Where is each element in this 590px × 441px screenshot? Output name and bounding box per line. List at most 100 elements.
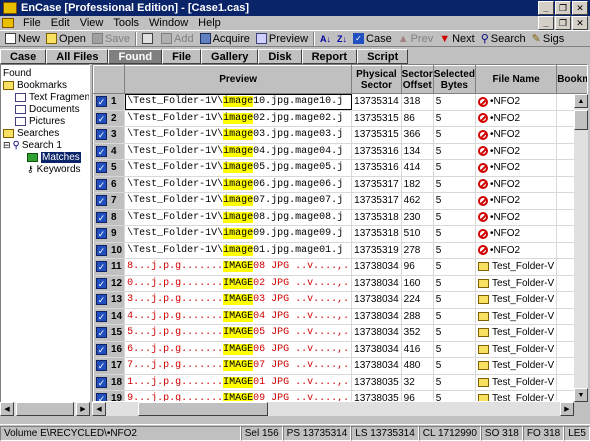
- preview-cell[interactable]: \Test_Folder-1V\image09.jpg.mage09.j: [124, 225, 353, 243]
- print-button[interactable]: [139, 31, 158, 46]
- row-checkbox[interactable]: ✓: [96, 327, 107, 339]
- selected-bytes-cell[interactable]: 5: [433, 275, 476, 292]
- tab-disk[interactable]: Disk: [258, 49, 302, 64]
- doc-restore-button[interactable]: ❐: [555, 16, 571, 30]
- file-name-cell[interactable]: •NFO2: [475, 126, 558, 144]
- table-row[interactable]: ✓ 1 \Test_Folder-1V\image10.jpg.mage10.j 13…: [93, 93, 587, 111]
- table-row[interactable]: ✓ 8 \Test_Folder-1V\image08.jpg.mage08.j 13…: [93, 208, 587, 226]
- menu-file[interactable]: File: [18, 17, 46, 29]
- preview-button[interactable]: Preview: [253, 31, 311, 46]
- sigs-button[interactable]: ✎ Sigs: [529, 31, 568, 46]
- table-row[interactable]: ✓ 18 1...j.p.g.......IMAGE01 JPG ..v....,.…: [93, 373, 587, 391]
- menu-tools[interactable]: Tools: [108, 17, 144, 29]
- file-name-cell[interactable]: Test_Folder-V: [475, 258, 558, 276]
- row-number-cell[interactable]: ✓ 5: [93, 159, 126, 177]
- tab-all-files[interactable]: All Files: [46, 49, 109, 64]
- preview-cell[interactable]: \Test_Folder-1V\image03.jpg.mage03.j: [124, 126, 353, 144]
- scroll-left-icon[interactable]: ◀: [0, 402, 14, 416]
- row-checkbox[interactable]: ✓: [96, 178, 107, 190]
- physical-sector-cell[interactable]: 13735318: [351, 225, 402, 243]
- search-button[interactable]: ⚲ Search: [478, 31, 529, 46]
- row-number-cell[interactable]: ✓ 1: [93, 93, 126, 111]
- table-row[interactable]: ✓ 12 0...j.p.g.......IMAGE02 JPG ..v....,.…: [93, 274, 587, 292]
- preview-cell[interactable]: 7...j.p.g.......IMAGE07 JPG ..v....,.: [124, 357, 353, 375]
- table-row[interactable]: ✓ 11 8...j.p.g.......IMAGE08 JPG ..v....,.…: [93, 258, 587, 276]
- document-icon[interactable]: [2, 18, 14, 28]
- menu-edit[interactable]: Edit: [46, 17, 75, 29]
- table-row[interactable]: ✓ 9 \Test_Folder-1V\image09.jpg.mage09.j 13…: [93, 225, 587, 243]
- sector-offset-cell[interactable]: 182: [401, 176, 434, 193]
- row-number-cell[interactable]: ✓ 10: [93, 241, 126, 259]
- table-row[interactable]: ✓ 14 4...j.p.g.......IMAGE04 JPG ..v....,.…: [93, 307, 587, 325]
- table-row[interactable]: ✓ 3 \Test_Folder-1V\image03.jpg.mage03.j 13…: [93, 126, 587, 144]
- row-number-cell[interactable]: ✓ 7: [93, 192, 126, 210]
- row-number-cell[interactable]: ✓ 17: [93, 357, 126, 375]
- file-name-cell[interactable]: •NFO2: [475, 143, 558, 160]
- tab-found[interactable]: Found: [108, 49, 163, 64]
- row-number-cell[interactable]: ✓ 15: [93, 324, 126, 342]
- file-name-cell[interactable]: •NFO2: [475, 192, 558, 210]
- selected-bytes-cell[interactable]: 5: [433, 258, 476, 276]
- file-name-cell[interactable]: •NFO2: [475, 225, 558, 243]
- restore-button[interactable]: ❐: [555, 1, 571, 15]
- row-number-cell[interactable]: ✓ 13: [93, 291, 126, 309]
- sector-offset-cell[interactable]: 86: [401, 110, 434, 127]
- selected-bytes-cell[interactable]: 5: [433, 143, 476, 160]
- row-checkbox[interactable]: ✓: [96, 376, 107, 388]
- preview-cell[interactable]: 0...j.p.g.......IMAGE02 JPG ..v....,.: [124, 275, 353, 292]
- row-checkbox[interactable]: ✓: [96, 145, 107, 157]
- prev-button[interactable]: ▲ Prev: [395, 31, 437, 46]
- selected-bytes-cell[interactable]: 5: [433, 341, 476, 358]
- preview-cell[interactable]: 3...j.p.g.......IMAGE03 JPG ..v....,.: [124, 291, 353, 309]
- selected-bytes-cell[interactable]: 5: [433, 93, 476, 111]
- row-number-cell[interactable]: ✓ 19: [93, 390, 126, 401]
- file-name-cell[interactable]: •NFO2: [475, 176, 558, 193]
- open-button[interactable]: Open: [43, 31, 89, 46]
- selected-bytes-cell[interactable]: 5: [433, 192, 476, 210]
- tree-item-search-1[interactable]: ⊟ ⚲ Search 1: [3, 139, 62, 151]
- table-row[interactable]: ✓ 15 5...j.p.g.......IMAGE05 JPG ..v....,.…: [93, 324, 587, 342]
- sector-offset-cell[interactable]: 96: [401, 390, 434, 401]
- sector-offset-cell[interactable]: 416: [401, 341, 434, 358]
- row-number-cell[interactable]: ✓ 16: [93, 340, 126, 358]
- preview-cell[interactable]: 8...j.p.g.......IMAGE08 JPG ..v....,.: [124, 258, 353, 276]
- sector-offset-cell[interactable]: 414: [401, 159, 434, 177]
- scroll-down-icon[interactable]: ▼: [574, 388, 588, 402]
- scroll-left-icon[interactable]: ◀: [92, 402, 106, 416]
- preview-cell[interactable]: 5...j.p.g.......IMAGE05 JPG ..v....,.: [124, 324, 353, 342]
- selected-bytes-cell[interactable]: 5: [433, 126, 476, 144]
- row-number-cell[interactable]: ✓ 4: [93, 142, 126, 160]
- selected-bytes-cell[interactable]: 5: [433, 176, 476, 193]
- table-row[interactable]: ✓ 17 7...j.p.g.......IMAGE07 JPG ..v....,.…: [93, 357, 587, 375]
- file-name-cell[interactable]: •NFO2: [475, 110, 558, 127]
- table-row[interactable]: ✓ 4 \Test_Folder-1V\image04.jpg.mage04.j 13…: [93, 142, 587, 160]
- preview-cell[interactable]: \Test_Folder-1V\image07.jpg.mage07.j: [124, 192, 353, 210]
- file-name-cell[interactable]: Test_Folder-V: [475, 308, 558, 325]
- column-header-preview[interactable]: Preview: [124, 65, 353, 94]
- column-header-file-name[interactable]: File Name: [474, 65, 558, 94]
- tree-item-searches[interactable]: Searches: [3, 127, 59, 139]
- row-checkbox[interactable]: ✓: [96, 294, 107, 306]
- minimize-button[interactable]: _: [538, 1, 554, 15]
- tab-script[interactable]: Script: [357, 49, 409, 64]
- tab-report[interactable]: Report: [301, 49, 358, 64]
- row-number-cell[interactable]: ✓ 9: [93, 225, 126, 243]
- selected-bytes-cell[interactable]: 5: [433, 374, 476, 391]
- preview-cell[interactable]: 6...j.p.g.......IMAGE06 JPG ..v....,.: [124, 341, 353, 358]
- row-number-cell[interactable]: ✓ 3: [93, 126, 126, 144]
- row-number-cell[interactable]: ✓ 8: [93, 208, 126, 226]
- sector-offset-cell[interactable]: 224: [401, 291, 434, 309]
- row-checkbox[interactable]: ✓: [96, 96, 107, 108]
- physical-sector-cell[interactable]: 13738034: [351, 275, 402, 292]
- selected-bytes-cell[interactable]: 5: [433, 390, 476, 401]
- table-row[interactable]: ✓ 2 \Test_Folder-1V\image02.jpg.mage02.j 13…: [93, 109, 587, 127]
- row-checkbox[interactable]: ✓: [96, 228, 107, 240]
- selected-bytes-cell[interactable]: 5: [433, 324, 476, 342]
- physical-sector-cell[interactable]: 13738034: [351, 357, 402, 375]
- physical-sector-cell[interactable]: 13738034: [351, 341, 402, 358]
- tree-item-bookmarks[interactable]: Bookmarks: [3, 79, 67, 91]
- menu-view[interactable]: View: [75, 17, 109, 29]
- row-checkbox[interactable]: ✓: [96, 360, 107, 372]
- row-number-cell[interactable]: ✓ 14: [93, 307, 126, 325]
- row-number-cell[interactable]: ✓ 2: [93, 109, 126, 127]
